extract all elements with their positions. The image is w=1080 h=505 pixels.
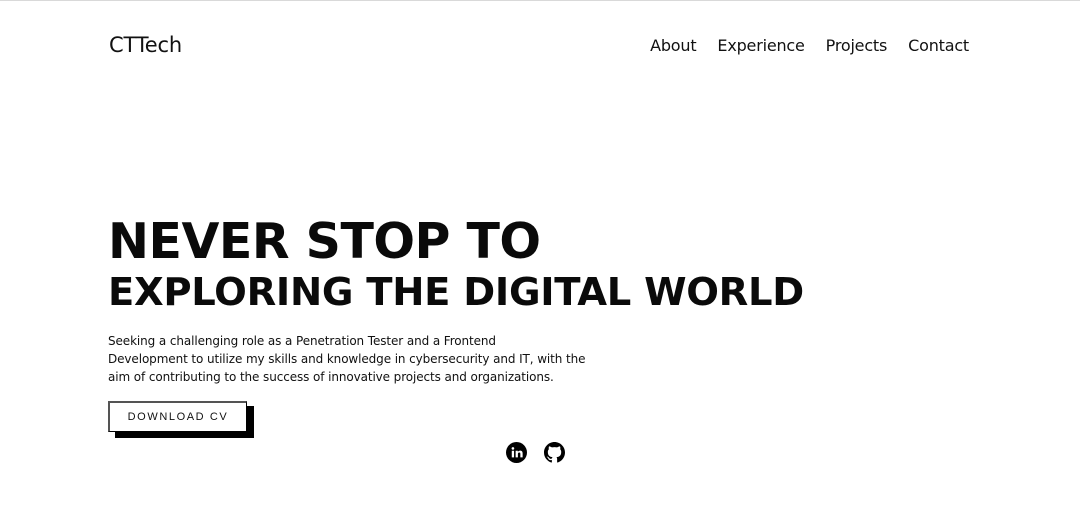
hero-section: NEVER STOP TO EXPLORING THE DIGITAL WORL… xyxy=(108,213,804,386)
hero-title-line1: NEVER STOP TO xyxy=(108,213,541,270)
nav-link-projects[interactable]: Projects xyxy=(826,36,888,55)
hero-title-line2: EXPLORING THE DIGITAL WORLD xyxy=(108,270,804,315)
nav-link-about[interactable]: About xyxy=(650,36,697,55)
download-cv-wrapper: DOWNLOAD CV xyxy=(108,401,254,438)
linkedin-icon[interactable] xyxy=(506,442,527,463)
navbar: CTTech About Experience Projects Contact xyxy=(109,29,969,61)
hero-description-line1: Seeking a challenging role as a Penetrat… xyxy=(108,334,496,348)
github-icon[interactable] xyxy=(544,442,565,463)
hero-description: Seeking a challenging role as a Penetrat… xyxy=(108,332,588,386)
download-cv-button[interactable]: DOWNLOAD CV xyxy=(108,401,247,432)
nav-links: About Experience Projects Contact xyxy=(650,36,969,55)
social-links xyxy=(506,442,565,463)
nav-link-contact[interactable]: Contact xyxy=(908,36,969,55)
hero-description-line2: Development to utilize my skills and kno… xyxy=(108,352,586,366)
nav-link-experience[interactable]: Experience xyxy=(717,36,804,55)
hero-description-line3: aim of contributing to the success of in… xyxy=(108,370,554,384)
page: CTTech About Experience Projects Contact… xyxy=(0,0,1080,505)
brand-logo[interactable]: CTTech xyxy=(109,33,182,57)
